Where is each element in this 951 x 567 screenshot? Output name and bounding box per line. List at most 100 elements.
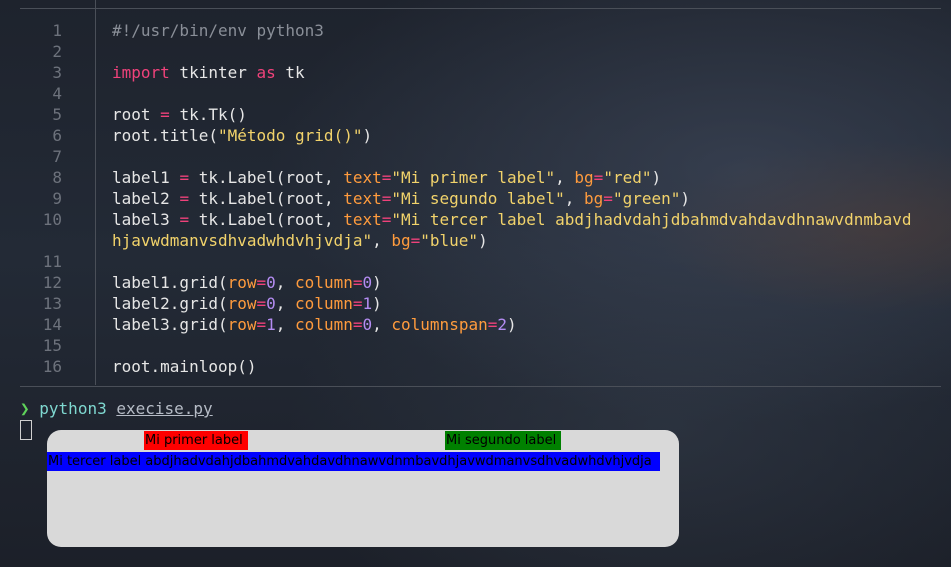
- code-token: column: [295, 315, 353, 334]
- code-token: 0: [362, 315, 373, 334]
- line-number: 7: [52, 147, 62, 166]
- top-divider: [20, 8, 941, 9]
- code-text: label2 = tk.Label(root, text="Mi segundo…: [112, 188, 690, 209]
- label-mi-primer: Mi primer label: [144, 431, 248, 450]
- code-token: label3: [112, 210, 180, 229]
- line-number: 6: [52, 126, 62, 145]
- code-token: label1.grid(: [112, 273, 228, 292]
- code-token: ,: [275, 273, 296, 292]
- terminal-cursor: [20, 420, 32, 440]
- code-token: 0: [362, 273, 373, 292]
- code-text: root.mainloop(): [112, 356, 257, 377]
- line-number: 16: [42, 357, 62, 376]
- code-token: "red": [603, 168, 652, 187]
- code-token: row: [227, 294, 257, 313]
- code-token: import: [112, 63, 170, 82]
- code-token: ,: [275, 294, 296, 313]
- code-token: ): [680, 189, 691, 208]
- line-number: 8: [52, 168, 62, 187]
- code-text: label2.grid(row=0, column=1): [112, 293, 382, 314]
- code-token: "green": [612, 189, 681, 208]
- code-token: =: [603, 189, 613, 208]
- code-token: ): [372, 294, 382, 313]
- code-token: root: [112, 105, 161, 124]
- code-token: ): [362, 126, 373, 145]
- code-token: bg: [391, 231, 411, 250]
- code-token: hjavwdmanvsdhvadwhdvhjvdja": [112, 231, 373, 250]
- code-token: "Mi segundo label": [391, 189, 565, 208]
- code-token: ,: [372, 315, 392, 334]
- code-token: =: [381, 210, 392, 229]
- code-token: root.title(: [112, 126, 218, 145]
- code-token: 0: [266, 273, 276, 292]
- code-token: =: [410, 231, 421, 250]
- code-token: tk: [275, 63, 305, 82]
- code-token: "blue": [420, 231, 479, 250]
- code-token: =: [179, 189, 190, 208]
- file-link[interactable]: execise.py: [116, 399, 212, 418]
- code-token: ): [372, 273, 382, 292]
- code-text: hjavwdmanvsdhvadwhdvhjvdja", bg="blue"): [112, 230, 488, 251]
- code-token: ): [507, 315, 517, 334]
- code-text: root.title("Método grid()"): [112, 125, 372, 146]
- code-token: =: [256, 315, 267, 334]
- line-number: 13: [42, 294, 62, 313]
- code-token: =: [256, 294, 267, 313]
- code-token: 1: [266, 315, 276, 334]
- code-token: =: [160, 105, 170, 124]
- command-text: python3: [39, 399, 107, 418]
- terminal-prompt: ❯ python3 execise.py: [20, 398, 213, 419]
- code-token: ,: [372, 231, 392, 250]
- code-token: =: [256, 273, 267, 292]
- code-token: tk.Label(root,: [189, 189, 344, 208]
- code-token: tkinter: [169, 63, 257, 82]
- code-token: =: [487, 315, 498, 334]
- code-token: column: [295, 294, 353, 313]
- code-token: label2: [112, 189, 180, 208]
- code-token: tk.Tk(): [169, 105, 247, 124]
- line-number: 2: [52, 42, 62, 61]
- code-token: text: [343, 189, 382, 208]
- code-token: root.mainloop(): [112, 357, 257, 376]
- code-token: =: [381, 168, 392, 187]
- code-token: tk.Label(root,: [189, 210, 344, 229]
- line-number: 14: [42, 315, 62, 334]
- prompt-arrow-icon: ❯: [20, 399, 30, 418]
- code-token: ): [651, 168, 662, 187]
- label-mi-tercer: Mi tercer label abdjhadvdahjdbahmdvahdav…: [47, 452, 660, 471]
- line-number: 1: [52, 21, 62, 40]
- code-token: ,: [555, 168, 575, 187]
- code-token: row: [227, 315, 257, 334]
- code-token: bg: [574, 168, 594, 187]
- code-text: root = tk.Tk(): [112, 104, 247, 125]
- code-text: import tkinter as tk: [112, 62, 305, 83]
- line-number: 15: [42, 336, 62, 355]
- code-token: 1: [362, 294, 373, 313]
- line-number: 4: [52, 84, 62, 103]
- code-token: row: [227, 273, 257, 292]
- code-token: columnspan: [391, 315, 488, 334]
- gutter-divider: [95, 0, 96, 385]
- code-token: label1: [112, 168, 180, 187]
- code-text: label1.grid(row=0, column=0): [112, 272, 382, 293]
- code-token: text: [343, 210, 382, 229]
- code-token: column: [295, 273, 353, 292]
- code-token: label3.grid(: [112, 315, 228, 334]
- tk-window[interactable]: Mi primer label Mi segundo label Mi terc…: [47, 430, 679, 547]
- code-token: text: [343, 168, 382, 187]
- code-text: label3 = tk.Label(root, text="Mi tercer …: [112, 209, 912, 230]
- code-token: =: [381, 189, 392, 208]
- code-token: "Mi primer label": [391, 168, 556, 187]
- code-token: 0: [266, 294, 276, 313]
- code-text: label1 = tk.Label(root, text="Mi primer …: [112, 167, 661, 188]
- code-token: #!/usr/bin/env python3: [112, 21, 324, 40]
- line-number: 10: [42, 210, 62, 229]
- label-mi-segundo: Mi segundo label: [445, 431, 561, 450]
- line-number: 12: [42, 273, 62, 292]
- bottom-divider: [20, 386, 941, 387]
- line-number: 9: [52, 189, 62, 208]
- code-token: as: [256, 63, 276, 82]
- line-number: 3: [52, 63, 62, 82]
- code-token: label2.grid(: [112, 294, 228, 313]
- code-token: ,: [564, 189, 585, 208]
